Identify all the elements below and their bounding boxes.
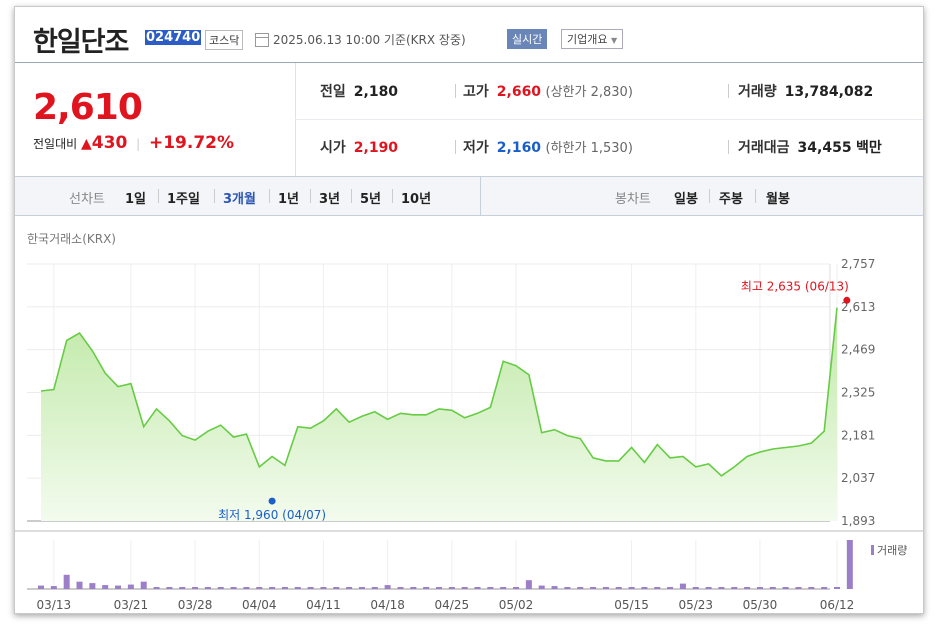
volume-bar: [397, 587, 404, 589]
low-label: 최저 1,960 (04/07): [218, 508, 326, 522]
volume-bar: [744, 587, 751, 589]
volume-bar: [307, 587, 314, 589]
volume-bar: [705, 587, 712, 589]
volume-bar: [166, 587, 173, 589]
x-tick-label: 03/13: [37, 598, 72, 612]
volume-bar: [538, 585, 545, 589]
volume-bar: [346, 587, 353, 589]
x-tick-label: 06/12: [820, 598, 855, 612]
volume-bar: [371, 587, 378, 589]
volume-bar: [718, 587, 725, 589]
volume-bar: [384, 585, 391, 589]
x-tick-label: 05/30: [743, 598, 778, 612]
volume-bar: [256, 587, 263, 589]
volume-bar: [153, 587, 160, 589]
volume-bar: [127, 584, 134, 589]
volume-bar: [461, 587, 468, 589]
volume-bar: [692, 587, 699, 589]
volume-bar: [602, 587, 609, 589]
x-tick-label: 04/11: [306, 598, 341, 612]
y-tick-label: 2,037: [841, 471, 875, 485]
volume-bar: [500, 587, 507, 589]
volume-bar: [115, 585, 122, 589]
volume-bar: [679, 583, 686, 589]
volume-bar: [667, 587, 674, 589]
volume-bar: [102, 585, 109, 589]
volume-bar: [140, 581, 147, 589]
y-tick-label: 2,181: [841, 428, 875, 442]
volume-bar: [230, 587, 237, 589]
volume-bar: [320, 587, 327, 589]
x-tick-label: 05/15: [614, 598, 649, 612]
x-tick-label: 04/04: [242, 598, 277, 612]
volume-bar: [564, 587, 571, 589]
volume-bar: [525, 580, 532, 589]
volume-bar: [487, 587, 494, 589]
volume-bar: [769, 587, 776, 589]
price-area: [41, 307, 837, 521]
volume-bar: [204, 587, 211, 589]
volume-bar: [76, 581, 83, 589]
volume-bar: [448, 587, 455, 589]
x-tick-label: 05/23: [678, 598, 713, 612]
volume-bar: [551, 586, 558, 589]
x-tick-label: 03/21: [114, 598, 149, 612]
volume-bar: [808, 587, 815, 589]
price-chart: 2,7572,6132,4692,3252,1812,0371,893 거래량 …: [15, 257, 923, 612]
volume-bar: [628, 587, 635, 589]
x-tick-label: 03/28: [178, 598, 213, 612]
volume-bar: [63, 574, 70, 589]
volume-legend-label: 거래량: [877, 544, 907, 557]
volume-bar: [795, 587, 802, 589]
volume-bar: [756, 587, 763, 589]
volume-bar: [89, 583, 96, 589]
volume-bar: [590, 587, 597, 589]
volume-bar: [846, 540, 853, 589]
volume-bar: [358, 587, 365, 589]
volume-bar: [615, 587, 622, 589]
volume-bar: [217, 587, 224, 589]
volume-bar: [179, 587, 186, 589]
volume-bar: [50, 586, 57, 589]
volume-bar: [192, 587, 199, 589]
volume-bar: [294, 587, 301, 589]
high-marker: [843, 296, 851, 304]
high-label: 최고 2,635 (06/13): [741, 279, 849, 293]
volume-bar: [821, 587, 828, 589]
volume-bar: [281, 587, 288, 589]
volume-bar: [654, 587, 661, 589]
y-tick-label: 1,893: [841, 514, 875, 528]
x-tick-label: 04/25: [435, 598, 470, 612]
low-marker: [268, 497, 276, 505]
volume-bar: [410, 587, 417, 589]
stock-widget: 한일단조 024740 코스닥 2025.06.13 10:00 기준(KRX …: [14, 6, 924, 614]
volume-bar: [333, 587, 340, 589]
volume-legend-swatch: [871, 545, 874, 555]
volume-bar: [423, 587, 430, 589]
y-tick-label: 2,757: [841, 257, 875, 271]
volume-bar: [834, 587, 840, 589]
volume-bar: [38, 585, 44, 589]
volume-bar: [269, 587, 276, 589]
volume-bar: [474, 587, 481, 589]
volume-bar: [513, 587, 520, 589]
volume-bar: [577, 587, 584, 589]
volume-bar: [641, 587, 648, 589]
volume-bar: [782, 587, 789, 589]
x-tick-label: 04/18: [370, 598, 405, 612]
y-tick-label: 2,469: [841, 343, 875, 357]
x-tick-label: 05/02: [499, 598, 534, 612]
volume-bar: [243, 587, 250, 589]
volume-bar: [436, 587, 442, 589]
volume-bar: [731, 587, 738, 589]
y-tick-label: 2,325: [841, 386, 875, 400]
